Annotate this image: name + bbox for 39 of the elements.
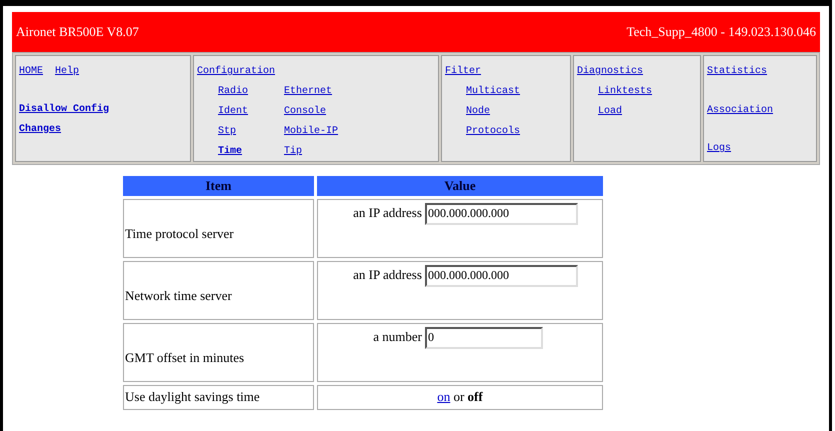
nav-link[interactable]: Multicast — [466, 82, 520, 102]
separator-text: or — [452, 389, 466, 404]
nav-link[interactable]: Console — [284, 102, 326, 122]
nav-link[interactable]: Statistics — [707, 62, 813, 82]
item-cell: Network time server — [123, 260, 314, 320]
nav-link[interactable]: Node — [466, 102, 490, 122]
nav-link[interactable]: Configuration — [197, 62, 435, 82]
column-header: Value — [316, 176, 603, 196]
nav-link[interactable]: Radio — [218, 82, 248, 102]
nav-link[interactable]: Load — [598, 102, 622, 122]
nav-link[interactable]: Diagnostics — [577, 62, 697, 82]
nav-link[interactable]: Ethernet — [284, 82, 332, 102]
nav-link[interactable]: Logs — [707, 139, 813, 159]
nav-link[interactable]: Ident — [218, 102, 248, 122]
nav-link[interactable]: Stp — [218, 122, 236, 142]
nav-link[interactable]: Time — [218, 142, 242, 162]
nav-link[interactable]: Help — [55, 62, 80, 82]
nav-link[interactable]: Association — [707, 100, 813, 120]
item-cell: Time protocol server — [123, 198, 314, 258]
nav-link[interactable]: Tip — [284, 142, 302, 162]
device-name: Tech_Supp_4800 - 149.023.130.046 — [626, 23, 816, 42]
input-field[interactable]: 000.000.000.000 — [424, 202, 578, 224]
nav-link[interactable]: Mobile-IP — [284, 122, 338, 142]
field-hint: an IP address — [352, 266, 422, 284]
option-link[interactable]: on — [437, 389, 450, 404]
item-cell: Use daylight savings time — [123, 384, 314, 410]
nav-link[interactable]: Filter — [445, 62, 567, 82]
field-hint: an IP address — [352, 204, 422, 222]
nav-link[interactable]: Linktests — [598, 82, 652, 102]
disallow-link[interactable]: Disallow Config Changes — [19, 100, 149, 140]
product-name: Aironet BR500E V8.07 — [16, 23, 139, 42]
column-header: Item — [123, 176, 314, 196]
item-cell: GMT offset in minutes — [123, 322, 314, 382]
selected-option: off — [468, 389, 483, 404]
field-hint: a number — [372, 328, 422, 346]
input-field[interactable]: 000.000.000.000 — [424, 264, 578, 286]
nav-link[interactable]: Protocols — [466, 122, 520, 142]
nav-link[interactable]: HOME — [19, 62, 44, 82]
input-field[interactable]: 0 — [424, 326, 543, 348]
